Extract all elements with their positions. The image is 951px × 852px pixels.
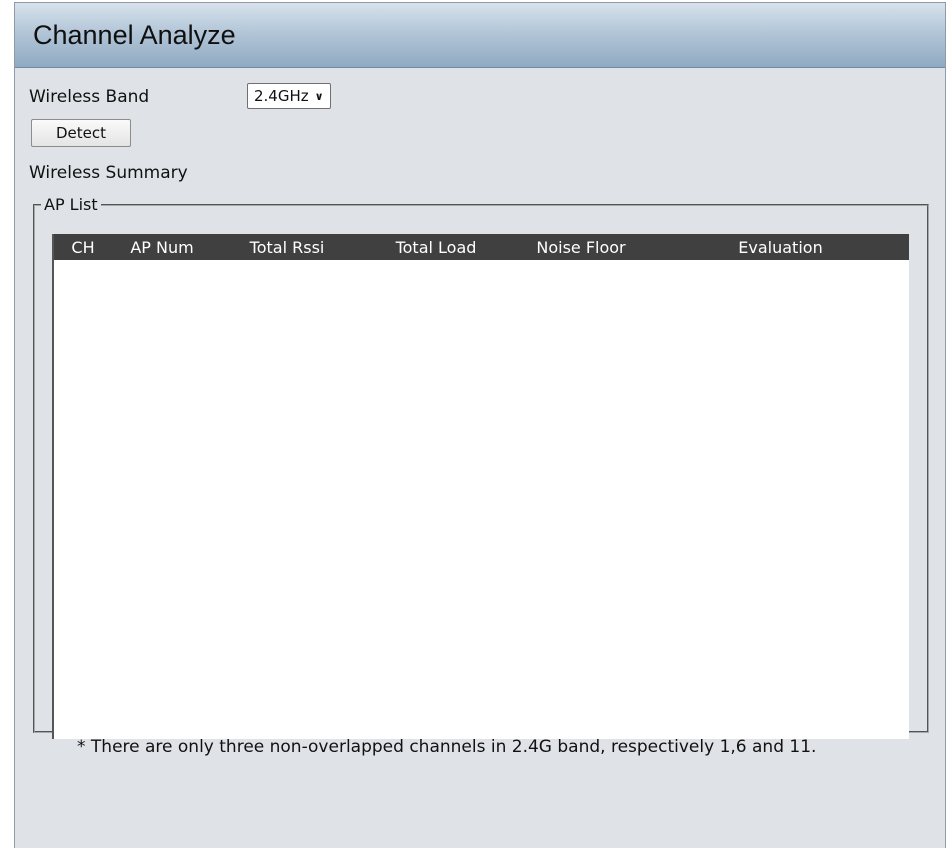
page-title: Channel Analyze <box>33 19 236 50</box>
column-header-total-load: Total Load <box>395 237 477 257</box>
column-header-noise-floor: Noise Floor <box>536 237 626 257</box>
column-header-ap-num: AP Num <box>130 237 194 257</box>
table-header-row: CH AP Num Total Rssi Total Load Noise Fl… <box>54 234 909 260</box>
wireless-band-label: Wireless Band <box>29 87 150 107</box>
title-bar: Channel Analyze <box>15 3 945 68</box>
channel-analyze-panel: Channel Analyze Wireless Band 2.4GHz ∨ D… <box>14 2 946 848</box>
chevron-down-icon: ∨ <box>314 89 324 103</box>
wireless-summary-label: Wireless Summary <box>29 163 188 183</box>
column-header-evaluation: Evaluation <box>738 237 823 257</box>
wireless-band-value: 2.4GHz <box>254 87 309 105</box>
detect-button[interactable]: Detect <box>31 119 131 147</box>
column-header-ch: CH <box>71 237 95 257</box>
column-header-total-rssi: Total Rssi <box>249 237 325 257</box>
ap-list-legend: AP List <box>44 195 98 214</box>
channel-footnote: * There are only three non-overlapped ch… <box>77 737 817 757</box>
ap-list-table: CH AP Num Total Rssi Total Load Noise Fl… <box>52 234 909 739</box>
ap-list-group: AP List CH AP Num Total Rssi Total Load … <box>33 195 929 739</box>
wireless-band-select[interactable]: 2.4GHz ∨ <box>247 83 331 109</box>
